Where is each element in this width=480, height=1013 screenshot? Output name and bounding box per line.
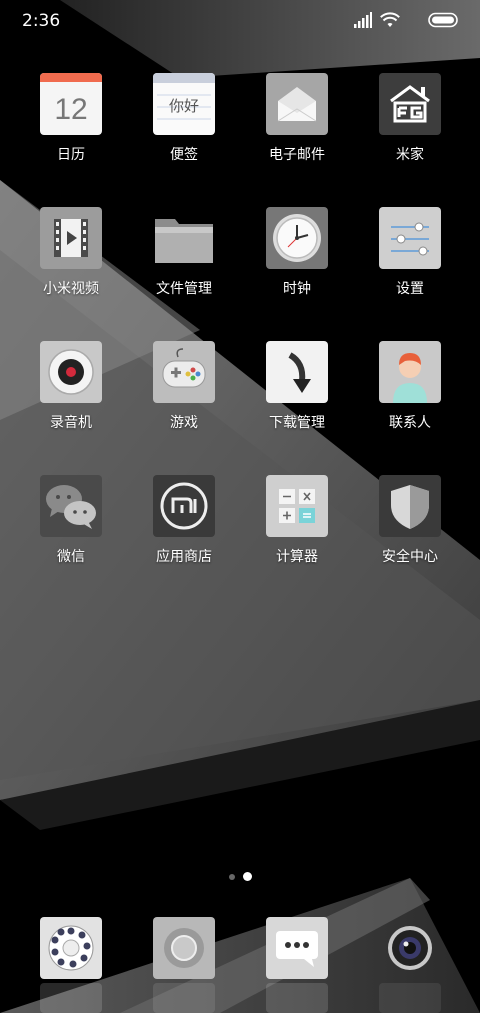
dock-phone[interactable] [40,917,102,979]
app-settings[interactable]: 设置 [355,207,465,317]
app-security[interactable]: 安全中心 [355,475,465,585]
app-label: 微信 [57,549,85,565]
signal-icon [354,12,372,28]
dock-reflection [379,983,441,1013]
app-label: 文件管理 [156,281,212,297]
gamepad-icon [153,341,215,403]
wechat-icon [40,475,102,537]
app-games[interactable]: 游戏 [129,341,239,451]
page-dot-2-active[interactable] [243,872,252,881]
settings-sliders-icon [379,207,441,269]
wifi-icon [380,12,400,27]
dock-reflection [266,983,328,1013]
page-indicator [0,870,480,884]
app-label: 电子邮件 [269,147,325,163]
calendar-icon: 12 [40,73,102,135]
app-clock[interactable]: 时钟 [242,207,352,317]
dock-messages[interactable] [266,917,328,979]
folder-icon [153,207,215,269]
app-label: 便签 [170,147,198,163]
status-bar: 2:36 [0,0,480,44]
clock-icon [266,207,328,269]
app-contacts[interactable]: 联系人 [355,341,465,451]
video-icon [40,207,102,269]
app-recorder[interactable]: 录音机 [16,341,126,451]
calculator-icon [266,475,328,537]
contact-person-icon [379,341,441,403]
mi-store-icon [153,475,215,537]
messages-bubble-icon [276,931,318,967]
app-calendar[interactable]: 12 日历 [16,73,126,183]
app-label: 录音机 [50,415,92,431]
app-email[interactable]: 电子邮件 [242,73,352,183]
app-label: 日历 [57,147,85,163]
app-store[interactable]: 应用商店 [129,475,239,585]
app-file-manager[interactable]: 文件管理 [129,207,239,317]
app-downloads[interactable]: 下载管理 [242,341,352,451]
app-label: 下载管理 [269,415,325,431]
dock-reflection [40,983,102,1013]
notes-icon: 你好 [153,73,215,135]
phone-rotary-dial-icon [48,925,94,971]
dock-browser[interactable] [153,917,215,979]
download-arrow-icon [266,341,328,403]
clock-time: 2:36 [22,11,61,31]
app-wechat[interactable]: 微信 [16,475,126,585]
app-notes[interactable]: 你好 便签 [129,73,239,183]
app-label: 联系人 [389,415,431,431]
calendar-day: 12 [54,93,87,126]
battery-icon [428,12,458,28]
browser-circle-icon [164,928,204,968]
security-shield-icon [379,475,441,537]
app-label: 小米视频 [43,281,99,297]
mijia-home-icon [379,73,441,135]
app-label: 计算器 [276,549,318,565]
app-label: 安全中心 [382,549,438,565]
app-label: 应用商店 [156,549,212,565]
email-icon [266,73,328,135]
app-calculator[interactable]: 计算器 [242,475,352,585]
app-mijia[interactable]: 米家 [355,73,465,183]
notes-text: 你好 [169,97,199,115]
app-label: 米家 [396,147,424,163]
camera-lens-icon [388,926,432,970]
app-label: 设置 [396,281,424,297]
app-video[interactable]: 小米视频 [16,207,126,317]
dock-reflection [153,983,215,1013]
page-dot-1[interactable] [229,874,235,880]
app-label: 时钟 [283,281,311,297]
dock-camera[interactable] [379,917,441,979]
app-label: 游戏 [170,415,198,431]
recorder-icon [40,341,102,403]
